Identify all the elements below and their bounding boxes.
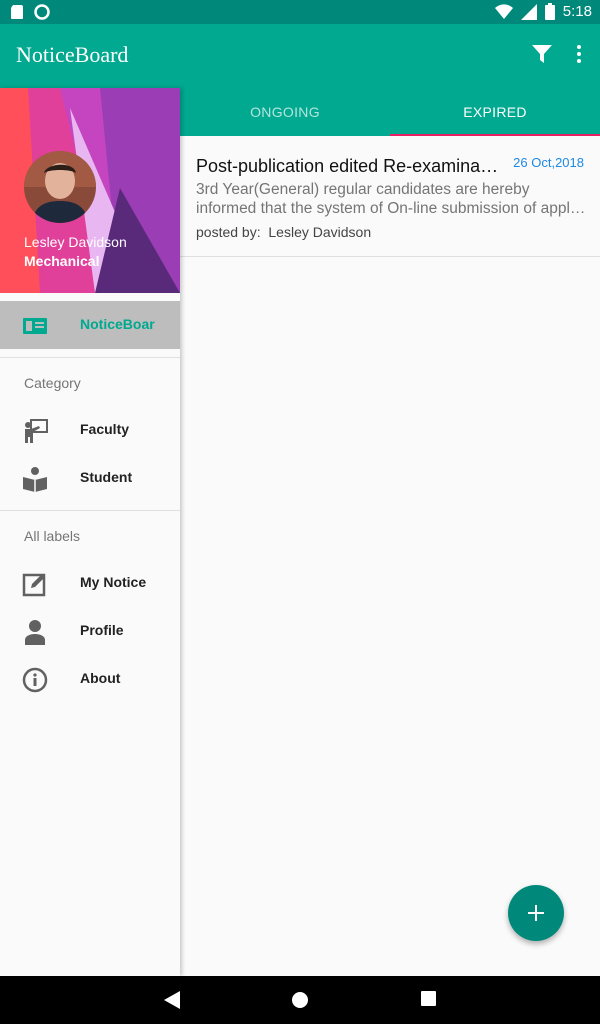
drawer-item-label: Faculty [80,421,130,437]
navigation-drawer: Lesley Davidson Mechanical NoticeBoar Ca… [0,88,180,976]
drawer-item-label: My Notice [80,574,147,590]
info-icon [22,667,48,693]
notice-body-line: informed that the system of On-line subm… [196,200,586,217]
divider [0,510,180,511]
edit-icon [22,573,46,597]
notice-body-line: 3rd Year(General) regular candidates are… [196,181,530,198]
posted-by-label: posted by: [196,224,261,240]
noticeboard-icon [23,318,47,334]
drawer-item-faculty[interactable]: Faculty [0,406,180,454]
notice-title: Post-publication edited Re-examination r… [196,156,501,176]
notice-list: Post-publication edited Re-examination r… [180,136,600,976]
posted-by-name: Lesley Davidson [268,224,372,240]
more-vert-icon[interactable] [576,44,582,64]
tab-bar: ONGOING EXPIRED [180,88,600,136]
section-header-category: Category [24,375,81,391]
user-department: Mechanical [24,253,100,269]
filter-icon[interactable] [532,44,552,64]
wifi-icon [494,3,513,19]
drawer-item-label: About [80,670,121,686]
drawer-item-label: Student [80,469,133,485]
divider [0,357,180,358]
notice-body: 3rd Year(General) regular candidates are… [196,180,586,218]
back-icon[interactable] [164,991,180,1009]
home-icon[interactable] [291,991,309,1009]
sync-icon [34,4,50,20]
drawer-item-noticeboard[interactable]: NoticeBoar [0,301,180,349]
notice-posted-by: posted by: Lesley Davidson [196,224,371,240]
tab-ongoing[interactable]: ONGOING [180,88,390,136]
notice-date: 26 Oct,2018 [513,155,584,170]
signal-icon [520,3,537,20]
user-name: Lesley Davidson [24,234,127,250]
status-bar: 5:18 [0,0,600,24]
system-nav-bar [0,976,600,1024]
drawer-item-profile[interactable]: Profile [0,607,180,655]
drawer-item-label: Profile [80,622,124,638]
avatar [24,151,96,223]
add-icon [528,905,544,921]
sd-card-icon [11,5,23,19]
drawer-item-label: NoticeBoar [80,316,155,332]
app-bar: NoticeBoard [0,24,600,88]
profile-photo [24,151,96,223]
status-time: 5:18 [562,3,592,20]
drawer-header: Lesley Davidson Mechanical [0,88,180,293]
add-notice-button[interactable] [508,885,564,941]
battery-icon [544,3,555,20]
person-icon [25,620,45,645]
drawer-item-about[interactable]: About [0,655,180,703]
recents-icon[interactable] [421,991,436,1006]
tab-expired[interactable]: EXPIRED [390,88,600,136]
app-title: NoticeBoard [16,42,129,67]
notice-card[interactable]: Post-publication edited Re-examination r… [180,136,600,257]
drawer-item-my-notice[interactable]: My Notice [0,559,180,607]
faculty-icon [25,419,48,443]
section-header-labels: All labels [24,528,81,544]
drawer-item-student[interactable]: Student [0,454,180,502]
student-icon [23,467,47,492]
